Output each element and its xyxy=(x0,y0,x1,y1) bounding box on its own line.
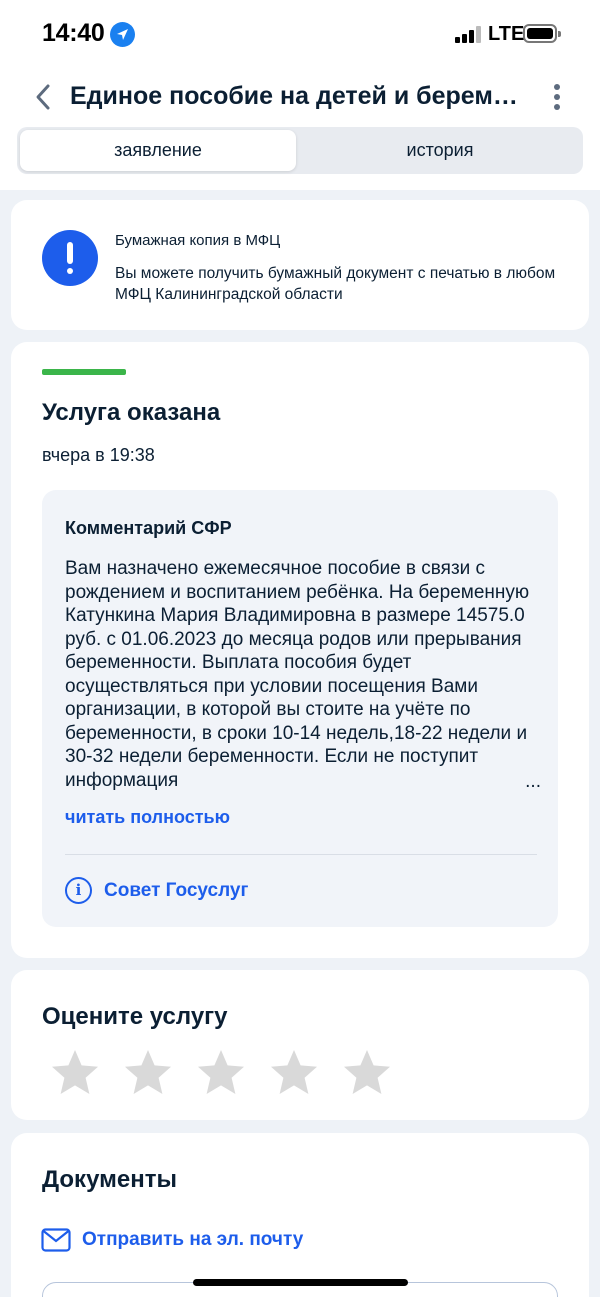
tab-history[interactable]: история xyxy=(300,130,580,171)
send-email-link[interactable]: Отправить на эл. почту xyxy=(82,1229,303,1251)
gosuslugi-tip-link[interactable]: Совет Госуслуг xyxy=(104,880,248,902)
status-card: Услуга оказана вчера в 19:38 Комментарий… xyxy=(11,342,589,958)
documents-title: Документы xyxy=(42,1166,177,1193)
star-icon[interactable] xyxy=(122,1048,174,1098)
divider xyxy=(65,854,537,855)
more-button[interactable] xyxy=(548,82,568,112)
star-icon[interactable] xyxy=(341,1048,393,1098)
star-icon[interactable] xyxy=(49,1048,101,1098)
star-icon[interactable] xyxy=(268,1048,320,1098)
top-bar: 14:40 LTE Единое пособие на детей и бере… xyxy=(0,0,600,190)
tab-bar: заявление история xyxy=(17,127,583,174)
comment-body: Вам назначено ежемесячное пособие в связ… xyxy=(65,558,530,791)
page-title: Единое пособие на детей и беременность xyxy=(70,82,520,110)
rating-title: Оцените услугу xyxy=(42,1003,228,1030)
battery-icon xyxy=(523,24,561,43)
mail-icon[interactable] xyxy=(41,1228,71,1252)
tab-application[interactable]: заявление xyxy=(20,130,296,171)
back-button[interactable] xyxy=(30,80,62,114)
location-arrow-icon xyxy=(110,22,135,47)
star-icon[interactable] xyxy=(195,1048,247,1098)
documents-card: Документы Отправить на эл. почту xyxy=(11,1133,589,1297)
status-time: 14:40 xyxy=(42,19,105,47)
paper-copy-notice: Бумажная копия в МФЦ Вы можете получить … xyxy=(11,200,589,330)
notice-title: Бумажная копия в МФЦ xyxy=(115,232,281,249)
rating-card: Оцените услугу xyxy=(11,970,589,1120)
status-indicator xyxy=(42,369,126,375)
notice-text: Вы можете получить бумажный документ с п… xyxy=(115,265,556,303)
status-time-label: вчера в 19:38 xyxy=(42,445,155,465)
home-indicator[interactable] xyxy=(193,1279,408,1286)
chevron-left-icon xyxy=(36,84,50,110)
comment-text: Вам назначено ежемесячное пособие в связ… xyxy=(65,558,541,793)
network-label: LTE xyxy=(488,23,525,45)
read-more-link[interactable]: читать полностью xyxy=(65,807,230,828)
info-icon[interactable]: i xyxy=(65,877,92,904)
comment-box: Комментарий СФР Вам назначено ежемесячно… xyxy=(42,490,558,927)
comment-title: Комментарий СФР xyxy=(65,518,232,538)
status-bar: 14:40 LTE xyxy=(0,0,600,70)
status-title: Услуга оказана xyxy=(42,399,221,426)
exclamation-icon xyxy=(42,230,98,286)
